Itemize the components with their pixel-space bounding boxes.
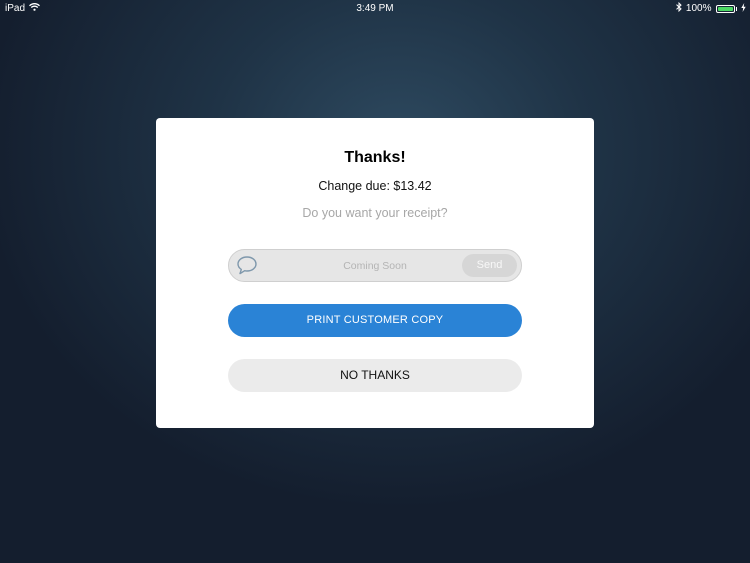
status-bar: iPad 3:49 PM 100% xyxy=(0,0,750,16)
status-time: 3:49 PM xyxy=(356,3,394,14)
print-customer-copy-button[interactable]: PRINT CUSTOMER COPY xyxy=(228,304,522,337)
sms-receipt-field[interactable]: Coming Soon Send xyxy=(228,249,522,282)
charging-icon xyxy=(741,2,746,15)
bluetooth-icon xyxy=(676,1,682,15)
battery-percent: 100% xyxy=(685,3,712,14)
battery-icon xyxy=(715,4,735,13)
change-due-text: Change due: $13.42 xyxy=(318,179,432,193)
status-bar-right: 100% xyxy=(676,1,746,15)
receipt-dialog: Thanks! Change due: $13.42 Do you want y… xyxy=(156,118,594,428)
battery-fill xyxy=(717,6,733,11)
dialog-title: Thanks! xyxy=(344,149,406,166)
battery-tip xyxy=(735,6,737,11)
no-thanks-button[interactable]: NO THANKS xyxy=(228,359,522,392)
receipt-question: Do you want your receipt? xyxy=(302,206,448,220)
send-button[interactable]: Send xyxy=(462,254,517,277)
